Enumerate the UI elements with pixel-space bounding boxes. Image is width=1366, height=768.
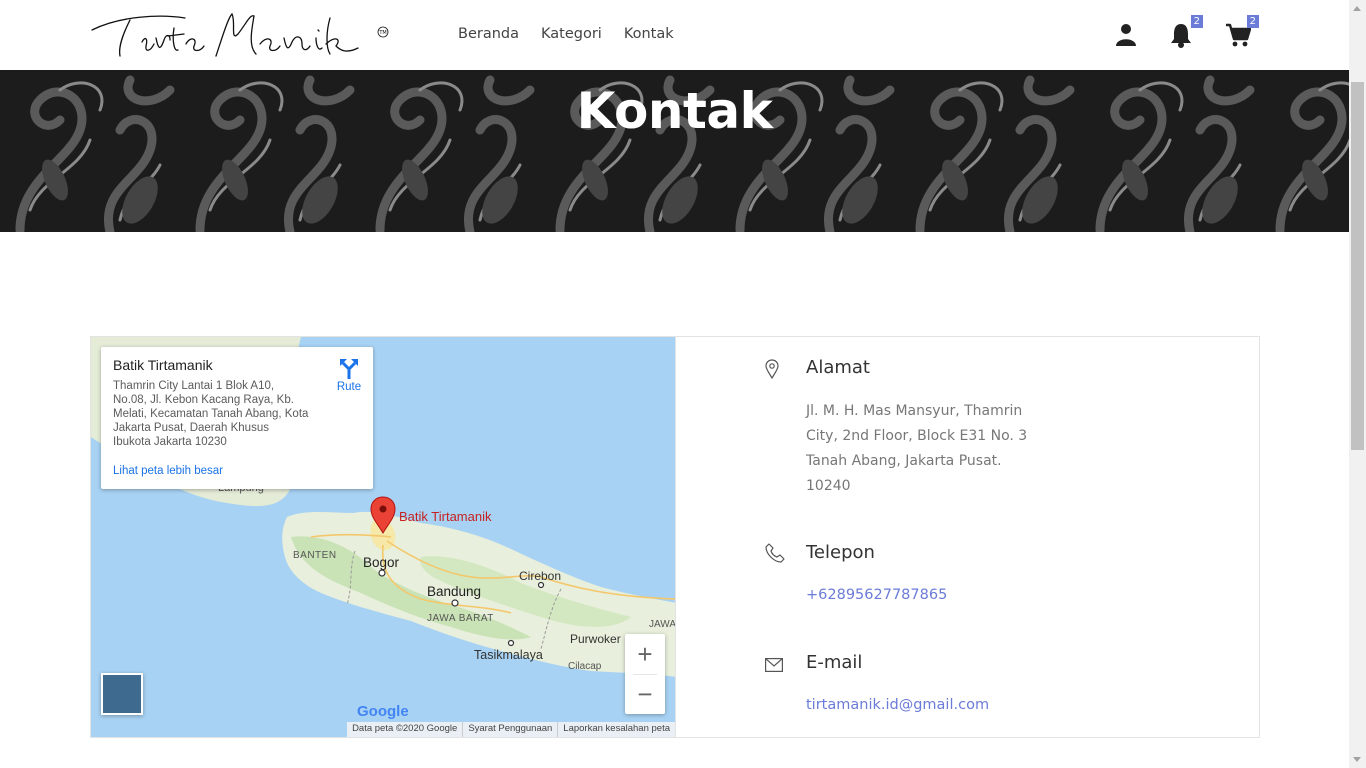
phone-link[interactable]: +62895627787865 — [806, 587, 947, 603]
page-scrollbar[interactable] — [1349, 0, 1366, 768]
zoom-out-button[interactable]: − — [625, 674, 665, 714]
scroll-up-arrow-icon[interactable] — [1353, 6, 1361, 11]
directions-icon — [340, 359, 358, 379]
page: TM Beranda Kategori Kontak 2 2 Kontak Ba… — [0, 0, 1349, 768]
main-nav: Beranda Kategori Kontak — [458, 26, 674, 42]
nav-link-kategori[interactable]: Kategori — [541, 26, 602, 42]
google-map[interactable]: Batik Tirtamanik Lampung BANTEN Bogor Ba… — [91, 337, 676, 737]
notification-count-badge: 2 — [1190, 15, 1203, 28]
user-icon[interactable] — [1114, 22, 1140, 48]
zoom-in-button[interactable]: + — [625, 634, 665, 674]
pin-label: Batik Tirtamanik — [399, 509, 492, 524]
map-label-purwokerto: Purwoker — [570, 632, 621, 646]
larger-map-link[interactable]: Lihat peta lebih besar — [113, 465, 223, 477]
cart-icon[interactable]: 2 — [1225, 15, 1259, 48]
map-place-card: Batik Tirtamanik Thamrin City Lantai 1 B… — [101, 347, 373, 489]
map-label-jawa-barat: JAWA BARAT — [427, 613, 494, 624]
place-address: Thamrin City Lantai 1 Blok A10, No.08, J… — [113, 380, 309, 448]
nav-link-kontak[interactable]: Kontak — [624, 26, 674, 42]
page-title: Kontak — [576, 82, 773, 140]
site-header: TM Beranda Kategori Kontak 2 2 — [0, 0, 1349, 70]
hero-banner: Kontak — [0, 70, 1349, 232]
map-label-tasikmalaya: Tasikmalaya — [474, 648, 543, 662]
terms-link[interactable]: Syarat Penggunaan — [462, 722, 557, 737]
site-logo[interactable]: TM — [90, 8, 390, 60]
email-link[interactable]: tirtamanik.id@gmail.com — [806, 697, 989, 713]
address-text: Jl. M. H. Mas Mansyur, Thamrin City, 2nd… — [806, 399, 1046, 499]
google-logo: Google — [357, 703, 409, 720]
address-heading: Alamat — [806, 357, 870, 378]
map-label-banten: BANTEN — [293, 550, 337, 561]
map-label-bogor: Bogor — [363, 555, 400, 570]
address-line: Tanah Abang, Jakarta Pusat. — [806, 453, 1002, 469]
map-label-cilacap: Cilacap — [568, 661, 602, 672]
map-marker-icon — [765, 359, 779, 383]
map-data-credit: Data peta ©2020 Google — [352, 723, 458, 734]
directions-label: Rute — [336, 381, 362, 393]
phone-icon — [765, 543, 785, 567]
mail-icon — [765, 657, 783, 676]
cart-count-badge: 2 — [1246, 15, 1259, 28]
scroll-down-arrow-icon[interactable] — [1353, 757, 1361, 762]
report-error-link[interactable]: Laporkan kesalahan peta — [557, 722, 675, 737]
map-label-cirebon: Cirebon — [519, 569, 562, 583]
map-zoom-controls: + − — [625, 634, 665, 714]
logo-trademark: TM — [378, 30, 386, 36]
contact-section: Batik Tirtamanik Lampung BANTEN Bogor Ba… — [90, 336, 1260, 738]
phone-heading: Telepon — [806, 542, 875, 563]
map-label-bandung: Bandung — [427, 584, 482, 599]
contact-info: Alamat Jl. M. H. Mas Mansyur, Thamrin Ci… — [677, 337, 1259, 737]
bell-icon[interactable]: 2 — [1169, 15, 1203, 48]
place-name: Batik Tirtamanik — [113, 357, 213, 373]
address-line: City, 2nd Floor, Block E31 No. 3 — [806, 428, 1028, 444]
map-label-jawa: JAWA — [649, 619, 676, 630]
email-heading: E-mail — [806, 652, 863, 673]
map-attribution: Data peta ©2020 Google Syarat Penggunaan… — [347, 722, 675, 737]
address-line: Jl. M. H. Mas Mansyur, Thamrin — [806, 403, 1023, 419]
address-line: 10240 — [806, 478, 851, 494]
directions-button[interactable]: Rute — [329, 359, 369, 393]
map-satellite-toggle[interactable] — [101, 673, 143, 715]
nav-link-beranda[interactable]: Beranda — [458, 26, 519, 42]
scrollbar-thumb[interactable] — [1351, 82, 1364, 450]
